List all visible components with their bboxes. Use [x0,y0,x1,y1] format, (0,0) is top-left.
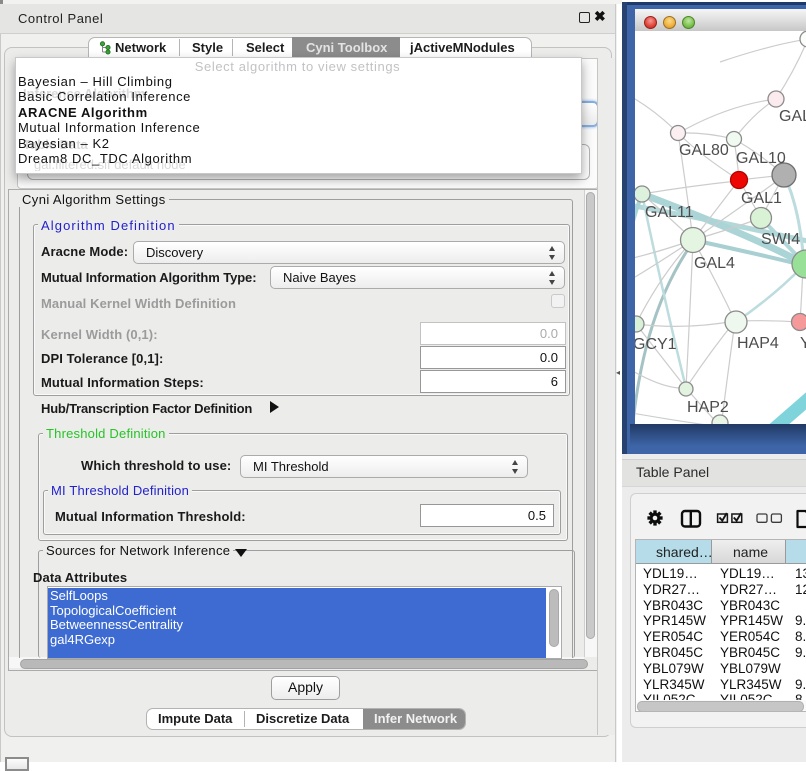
svg-text:GAL4: GAL4 [694,255,735,272]
svg-text:GAL7: GAL7 [779,108,806,125]
svg-text:HAP2: HAP2 [687,399,729,416]
svg-text:GCY1: GCY1 [635,336,677,353]
svg-text:YEL0: YEL0 [800,335,806,352]
svg-text:GAL11: GAL11 [645,204,694,221]
svg-text:HAP4: HAP4 [737,335,779,352]
svg-text:GAL80: GAL80 [679,142,729,159]
svg-text:GAL1: GAL1 [741,190,782,207]
svg-text:GAL10: GAL10 [736,150,786,167]
svg-text:SWI4: SWI4 [761,231,800,248]
